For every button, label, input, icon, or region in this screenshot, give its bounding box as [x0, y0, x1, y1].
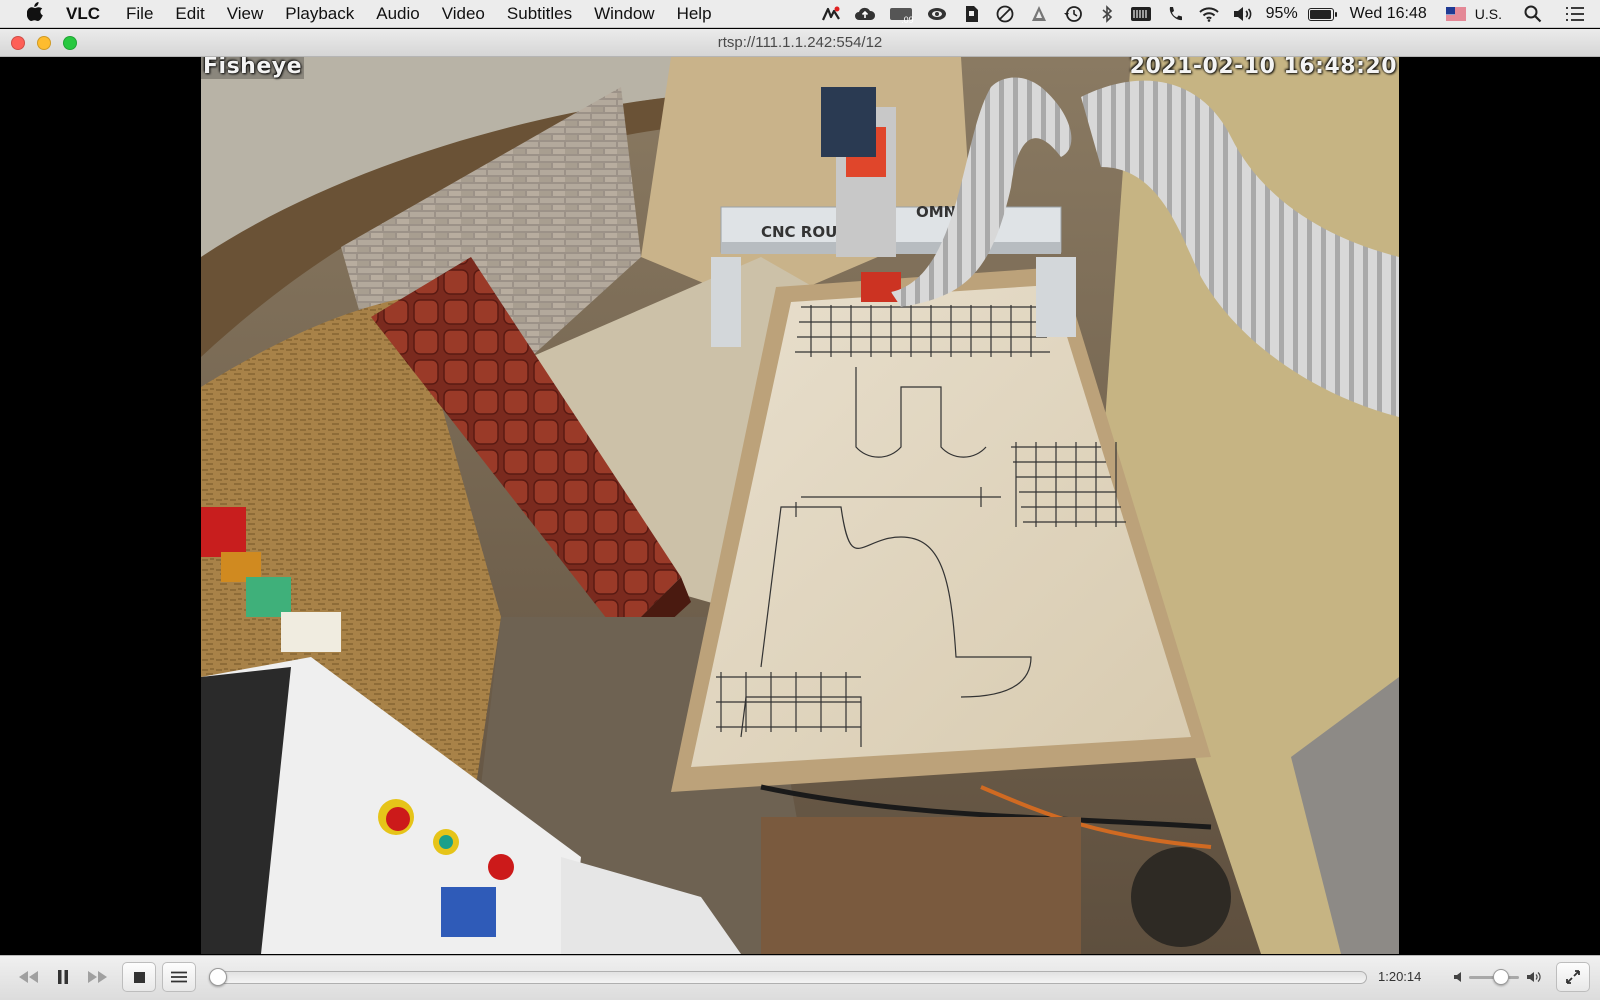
cloud-upload-icon[interactable]	[854, 3, 876, 25]
fullscreen-icon	[1566, 970, 1580, 984]
stop-button[interactable]	[122, 962, 156, 992]
keyboard-icon[interactable]	[1130, 3, 1152, 25]
mute-button[interactable]	[1452, 962, 1468, 992]
input-source[interactable]: U.S.	[1475, 6, 1502, 22]
osd-label: Fisheye	[201, 57, 305, 79]
menu-playback[interactable]: Playback	[285, 4, 354, 24]
vpn-icon[interactable]	[1028, 3, 1050, 25]
playback-controls: 1:20:14	[0, 955, 1600, 1000]
menu-view[interactable]: View	[227, 4, 264, 24]
stop-icon	[133, 971, 145, 983]
bluetooth-icon[interactable]	[1096, 3, 1118, 25]
battery-fill	[1309, 9, 1331, 19]
seek-knob[interactable]	[209, 968, 227, 986]
volume-high-icon	[1527, 972, 1541, 982]
menu-audio[interactable]: Audio	[376, 4, 419, 24]
seek-bar[interactable]	[209, 971, 1367, 984]
time-machine-icon[interactable]	[1062, 3, 1084, 25]
elapsed-time[interactable]: 1:20:14	[1378, 969, 1421, 984]
control-center-icon[interactable]	[1564, 3, 1586, 25]
rewind-icon	[19, 971, 38, 983]
volume-icon[interactable]	[1232, 3, 1254, 25]
clock[interactable]: Wed 16:48	[1350, 5, 1427, 23]
volume-knob[interactable]	[1492, 969, 1509, 985]
wifi-icon[interactable]	[1198, 3, 1220, 25]
menu-window[interactable]: Window	[594, 4, 654, 24]
video-area[interactable]: CNC ROUTE OMN ATC	[0, 57, 1600, 954]
volume-low-icon	[1454, 972, 1461, 982]
fast-forward-icon	[88, 971, 107, 983]
playlist-icon	[171, 971, 187, 983]
pause-button[interactable]	[48, 962, 78, 992]
window-title: rtsp://111.1.1.242:554/12	[717, 34, 883, 51]
scribble-icon[interactable]	[820, 3, 842, 25]
playlist-button[interactable]	[162, 962, 196, 992]
menu-video[interactable]: Video	[442, 4, 485, 24]
fullscreen-button[interactable]	[1556, 962, 1590, 992]
cpu-temp-icon[interactable]: .09	[888, 3, 914, 25]
osd-timestamp: 2021-02-10 16:48:20	[1129, 57, 1397, 79]
menu-subtitles[interactable]: Subtitles	[507, 4, 572, 24]
eye-icon[interactable]	[926, 3, 948, 25]
rewind-button[interactable]	[14, 962, 42, 992]
max-volume-button[interactable]	[1525, 962, 1545, 992]
video-frame[interactable]: CNC ROUTE OMN ATC	[201, 57, 1399, 954]
battery-percent: 95%	[1265, 5, 1298, 22]
spotlight-icon[interactable]	[1522, 3, 1544, 25]
do-not-disturb-icon[interactable]	[994, 3, 1016, 25]
battery-icon[interactable]	[1307, 7, 1337, 21]
menu-help[interactable]: Help	[677, 4, 712, 24]
flag-icon[interactable]	[1445, 3, 1467, 25]
apple-icon[interactable]	[24, 1, 46, 26]
menu-vlc[interactable]: VLC	[66, 4, 100, 24]
status-area: .09 95% Wed 16:48 U.S.	[814, 0, 1600, 28]
pause-icon	[58, 970, 68, 984]
window-title-bar[interactable]: rtsp://111.1.1.242:554/12	[0, 29, 1600, 57]
fast-forward-button[interactable]	[84, 962, 112, 992]
camera-feed-image: CNC ROUTE OMN ATC	[201, 57, 1399, 954]
menu-bar: VLC File Edit View Playback Audio Video …	[0, 0, 1600, 28]
menu-file[interactable]: File	[126, 4, 153, 24]
phone-icon[interactable]	[1164, 3, 1186, 25]
menu-edit[interactable]: Edit	[175, 4, 204, 24]
cpu-badge: .09	[901, 15, 914, 25]
evernote-icon[interactable]	[960, 3, 982, 25]
